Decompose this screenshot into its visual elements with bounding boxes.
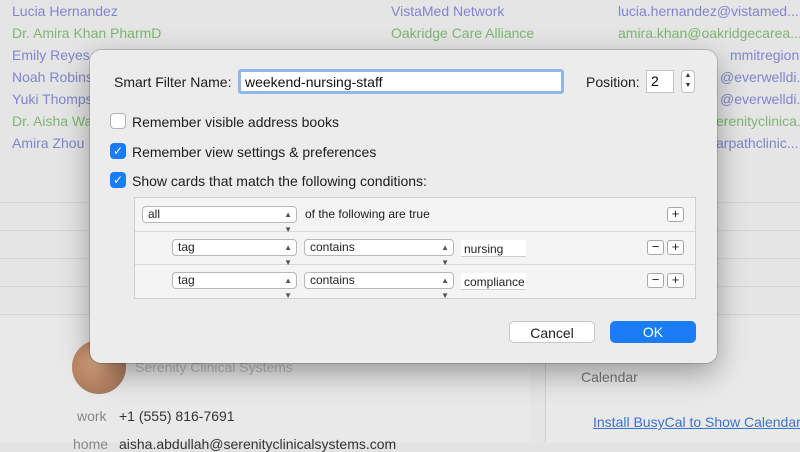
contact-name: Noah Robins (12, 69, 93, 85)
condition-row: tag ▲ ▼ contains ▲ ▼ compliance − + (135, 264, 695, 300)
condition-value-input[interactable]: nursing (461, 240, 526, 257)
contact-name: Lucia Hernandez (12, 3, 118, 19)
position-value: 2 (651, 73, 659, 89)
contact-email: @everwelldi... (720, 91, 800, 107)
chevron-updown-icon: ▲ ▼ (284, 276, 292, 300)
conditions-box: all ▲ ▼ of the following are true + tag ▲… (134, 197, 696, 300)
phone-value[interactable]: +1 (555) 816-7691 (119, 408, 235, 424)
position-label: Position: (586, 74, 640, 90)
install-busycal-link[interactable]: Install BusyCal to Show Calendar (593, 414, 800, 430)
plus-icon: + (671, 206, 680, 221)
show-cards-match-label: Show cards that match the following cond… (132, 173, 427, 189)
contact-email: mmitregion... (730, 47, 800, 63)
condition-field-value: tag (178, 273, 195, 287)
remember-view-settings-label: Remember view settings & preferences (132, 144, 377, 160)
contact-name: Dr. Aisha Wa (12, 113, 93, 129)
contact-org: VistaMed Network (391, 3, 505, 19)
add-condition-button[interactable]: + (667, 240, 684, 255)
smart-filter-name-label: Smart Filter Name: (114, 74, 232, 90)
remove-condition-button[interactable]: − (647, 273, 664, 288)
contact-name: Emily Reyes (12, 47, 90, 63)
position-input[interactable]: 2 (646, 70, 674, 93)
contact-name: Amira Zhou (12, 135, 85, 151)
contact-email: arpathclinic... (716, 135, 799, 151)
add-condition-button[interactable]: + (667, 273, 684, 288)
cancel-button[interactable]: Cancel (509, 321, 595, 343)
condition-operator-value: contains (310, 240, 355, 254)
condition-operator-popup[interactable]: contains ▲ ▼ (304, 239, 454, 267)
contact-name: Dr. Amira Khan PharmD (12, 25, 162, 41)
match-mode-popup[interactable]: all ▲ ▼ (142, 206, 297, 234)
chevron-down-icon[interactable]: ▼ (682, 81, 694, 91)
plus-icon: + (671, 272, 680, 287)
match-mode-value: all (148, 207, 161, 221)
contact-row[interactable]: Lucia Hernandez VistaMed Network lucia.h… (0, 0, 800, 22)
chevron-updown-icon: ▲ ▼ (441, 276, 449, 300)
minus-icon: − (651, 239, 660, 254)
condition-field-value: tag (178, 240, 195, 254)
contact-email: erenityclinica... (716, 113, 800, 129)
ok-button[interactable]: OK (610, 321, 696, 343)
phone-label: work (77, 408, 107, 424)
calendar-label: Calendar (581, 369, 638, 385)
condition-value: nursing (464, 242, 504, 256)
condition-row: tag ▲ ▼ contains ▲ ▼ nursing − + (135, 231, 695, 267)
condition-value-input[interactable]: compliance (461, 273, 526, 290)
smart-filter-name-input[interactable] (238, 69, 564, 94)
minus-icon: − (651, 272, 660, 287)
contact-email: lucia.hernandez@vistamed... (618, 3, 799, 19)
chevron-up-icon[interactable]: ▲ (682, 71, 694, 81)
remember-address-books-checkbox[interactable] (110, 113, 126, 129)
condition-field-popup[interactable]: tag ▲ ▼ (172, 239, 297, 267)
remember-view-settings-checkbox[interactable]: ✓ (110, 143, 126, 159)
condition-field-popup[interactable]: tag ▲ ▼ (172, 272, 297, 300)
add-condition-button[interactable]: + (667, 207, 684, 222)
smart-filter-dialog: Smart Filter Name: Position: 2 ▲ ▼ Remem… (90, 50, 717, 363)
condition-operator-value: contains (310, 273, 355, 287)
condition-operator-popup[interactable]: contains ▲ ▼ (304, 272, 454, 300)
remove-condition-button[interactable]: − (647, 240, 664, 255)
contact-email: amira.khan@oakridgecarea... (618, 25, 800, 41)
match-mode-suffix: of the following are true (305, 207, 430, 221)
email-value[interactable]: aisha.abdullah@serenityclinicalsystems.c… (119, 436, 396, 452)
contact-email: @everwelldi... (720, 69, 800, 85)
contact-org: Oakridge Care Alliance (391, 25, 535, 41)
remember-address-books-label: Remember visible address books (132, 114, 339, 130)
email-label: home (73, 436, 109, 452)
contact-row[interactable]: Dr. Amira Khan PharmD Oakridge Care Alli… (0, 22, 800, 44)
contact-name: Yuki Thomps (12, 91, 93, 107)
checkmark-icon: ✓ (112, 144, 124, 158)
condition-value: compliance (464, 275, 525, 289)
position-stepper[interactable]: ▲ ▼ (681, 70, 695, 93)
match-mode-row: all ▲ ▼ of the following are true + (135, 198, 695, 234)
plus-icon: + (671, 239, 680, 254)
checkmark-icon: ✓ (112, 173, 124, 187)
show-cards-match-checkbox[interactable]: ✓ (110, 172, 126, 188)
